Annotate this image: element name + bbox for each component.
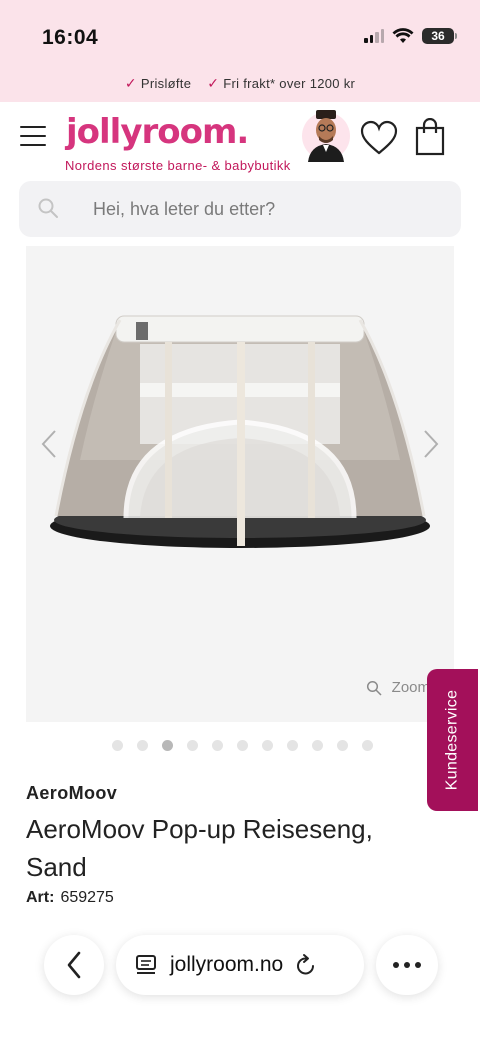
tagline: Nordens største barne- & babybutikk [65, 158, 291, 173]
more-icon [393, 962, 421, 968]
art-value: 659275 [60, 889, 114, 906]
zoom-label: Zoom [391, 679, 430, 696]
status-icons: 36 [364, 28, 457, 44]
carousel-dot[interactable] [286, 740, 298, 751]
art-label: Art: [26, 889, 55, 906]
battery-icon: 36 [422, 28, 457, 44]
menu-icon[interactable] [20, 126, 46, 146]
status-bar: 16:04 36 [0, 0, 480, 64]
promo-label: Prisløfte [140, 75, 192, 91]
tabs-icon [136, 955, 156, 974]
heart-icon[interactable] [360, 120, 398, 156]
promo-item[interactable]: ✓ Fri frakt* over 1200 kr [207, 75, 355, 92]
carousel-dots [0, 740, 480, 752]
product-image[interactable] [40, 310, 440, 560]
logo[interactable]: jollyroom. [66, 112, 249, 152]
wifi-icon [392, 28, 414, 43]
carousel-dot[interactable] [161, 740, 173, 751]
address-bar[interactable]: jollyroom.no [116, 935, 364, 995]
url-text: jollyroom.no [170, 953, 284, 976]
check-icon: ✓ [207, 74, 220, 91]
signal-icon [364, 29, 384, 43]
status-time: 16:04 [42, 26, 99, 49]
back-icon [67, 951, 81, 979]
promo-bar: ✓ Prisløfte ✓ Fri frakt* over 1200 kr [0, 64, 480, 102]
promo-label: Fri frakt* over 1200 kr [223, 75, 356, 91]
carousel-dot[interactable] [236, 740, 248, 751]
carousel-dot[interactable] [336, 740, 348, 751]
bag-icon[interactable] [414, 118, 446, 156]
browser-toolbar: jollyroom.no [0, 930, 480, 1000]
search-input[interactable] [73, 181, 443, 237]
back-button[interactable] [44, 935, 104, 995]
carousel-dot[interactable] [361, 740, 373, 751]
avatar[interactable] [302, 108, 350, 162]
product-title: AeroMoov Pop-up Reiseseng, Sand [26, 814, 373, 882]
reload-icon[interactable] [295, 953, 317, 977]
chevron-right-icon[interactable] [416, 424, 446, 464]
search-icon [38, 198, 58, 218]
check-icon: ✓ [124, 74, 137, 91]
carousel-dot[interactable] [211, 740, 223, 751]
carousel-dot[interactable] [261, 740, 273, 751]
product-brand[interactable]: AeroMoov [26, 783, 117, 804]
search-bar [19, 181, 461, 237]
product-art-number: Art: 659275 [26, 889, 114, 907]
promo-item[interactable]: ✓ Prisløfte [125, 75, 191, 92]
carousel-dot[interactable] [111, 740, 123, 751]
zoom-button[interactable]: Zoom [366, 679, 430, 696]
product-gallery[interactable]: Zoom [26, 246, 454, 722]
carousel-dot[interactable] [311, 740, 323, 751]
carousel-dot[interactable] [186, 740, 198, 751]
zoom-icon [366, 680, 382, 696]
site-header: jollyroom. Nordens største barne- & baby… [0, 102, 480, 180]
more-button[interactable] [376, 935, 438, 995]
carousel-dot[interactable] [136, 740, 148, 751]
